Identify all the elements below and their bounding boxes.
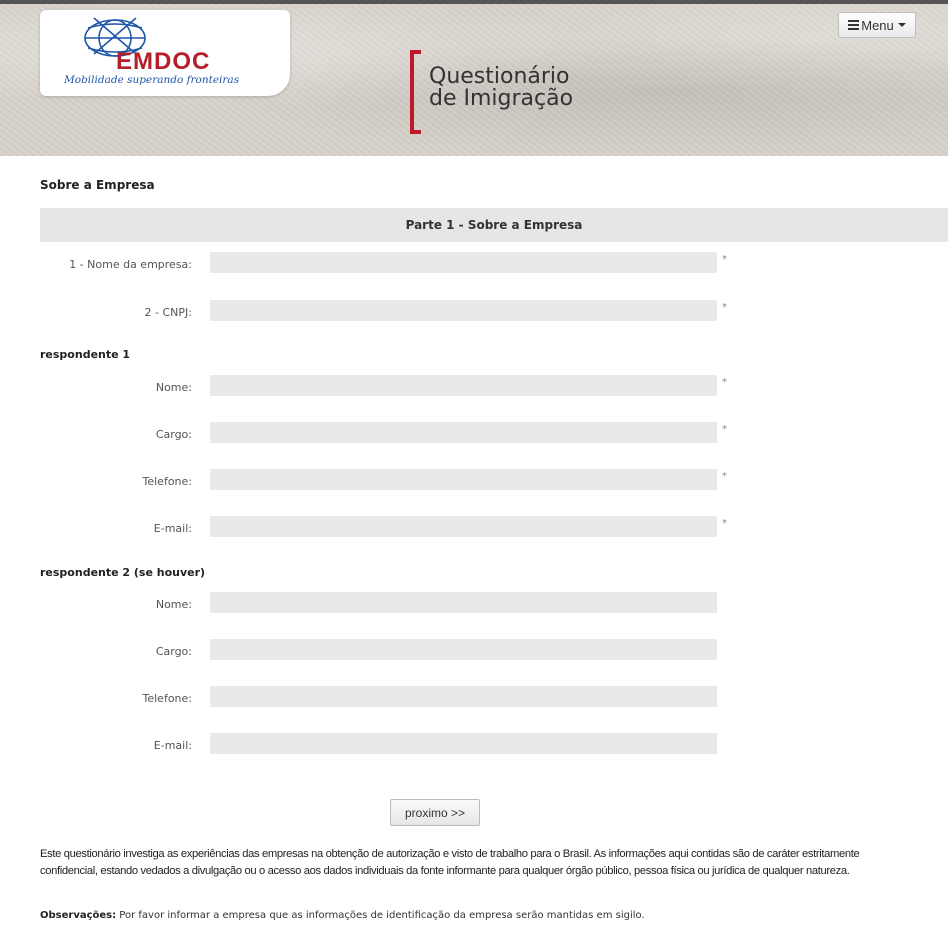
required-marker: * — [722, 518, 727, 529]
cnpj-input[interactable] — [210, 300, 717, 321]
company-name-input[interactable] — [210, 252, 717, 273]
required-marker: * — [722, 302, 727, 313]
company-name-label: 1 - Nome da empresa: — [69, 258, 192, 271]
caret-down-icon — [897, 23, 906, 27]
respondent2-name-input[interactable] — [210, 592, 717, 613]
respondent2-cargo-input[interactable] — [210, 639, 717, 660]
respondent2-phone-label: Telefone: — [142, 692, 193, 705]
hamburger-icon — [848, 18, 860, 32]
required-marker: * — [722, 254, 727, 265]
respondent1-name-label: Nome: — [155, 381, 192, 394]
title-bracket-icon — [410, 50, 421, 134]
required-marker: * — [722, 424, 727, 435]
observations-label: Observações: — [40, 910, 117, 921]
part-header: Parte 1 - Sobre a Empresa — [40, 208, 948, 242]
required-marker: * — [722, 377, 727, 388]
required-marker: * — [722, 471, 727, 482]
respondent2-name-label: Nome: — [155, 598, 192, 611]
respondent2-phone-input[interactable] — [210, 686, 717, 707]
page-title-line1: Questionário — [429, 64, 570, 89]
observations-text: Por favor informar a empresa que as info… — [116, 910, 645, 921]
menu-button[interactable]: Menu — [838, 12, 916, 38]
respondent2-cargo-label: Cargo: — [155, 645, 192, 658]
respondent1-email-label: E-mail: — [153, 522, 192, 535]
cnpj-label: 2 - CNPJ: — [144, 306, 192, 319]
respondent1-name-input[interactable] — [210, 375, 717, 396]
section-title: Sobre a Empresa — [40, 178, 155, 192]
page-title-line2: de Imigração — [429, 86, 574, 111]
next-button[interactable]: proximo >> — [390, 799, 480, 826]
page-title: Questionário de Imigração — [429, 66, 573, 110]
observations-note: Observações: Por favor informar a empres… — [40, 910, 645, 921]
respondent2-email-input[interactable] — [210, 733, 717, 754]
logo-tagline: Mobilidade superando fronteiras — [64, 74, 240, 86]
page-header: EMDOC Mobilidade superando fronteiras Qu… — [0, 4, 948, 156]
respondent1-cargo-label: Cargo: — [155, 428, 192, 441]
logo-name: EMDOC — [116, 48, 211, 75]
emdoc-logo[interactable]: EMDOC Mobilidade superando fronteiras — [40, 10, 290, 96]
respondent1-phone-label: Telefone: — [142, 475, 193, 488]
respondent1-phone-input[interactable] — [210, 469, 717, 490]
respondent2-email-label: E-mail: — [153, 739, 192, 752]
respondent1-email-input[interactable] — [210, 516, 717, 537]
respondent1-heading: respondente 1 — [40, 348, 131, 361]
confidentiality-disclaimer: Este questionário investiga as experiênc… — [40, 848, 860, 877]
respondent1-cargo-input[interactable] — [210, 422, 717, 443]
menu-label: Menu — [861, 17, 894, 33]
respondent2-heading: respondente 2 (se houver) — [40, 566, 206, 579]
